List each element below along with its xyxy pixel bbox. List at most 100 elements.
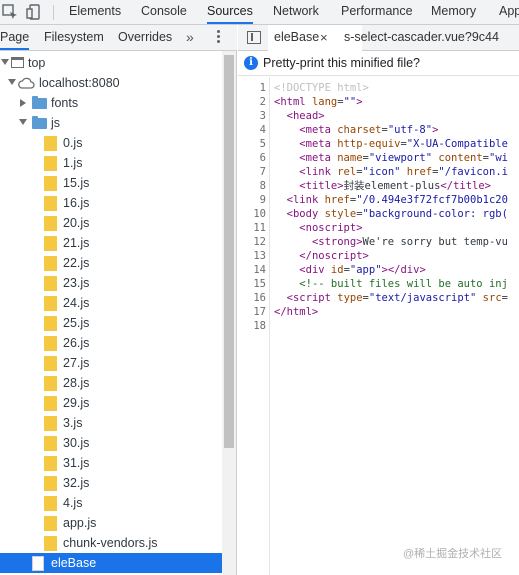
tree-item-localhost[interactable]: localhost:8080 <box>0 73 222 93</box>
tree-item-file[interactable]: 30.js <box>0 433 222 453</box>
line-number: 14 <box>253 264 266 276</box>
line-number: 6 <box>259 152 266 164</box>
js-file-icon <box>44 156 57 171</box>
tab-filesystem[interactable]: Filesystem <box>44 25 104 50</box>
js-file-icon <box>44 376 57 391</box>
line-number: 12 <box>253 236 266 248</box>
code-line: <strong>We're sorry but temp-vu <box>311 236 508 248</box>
file-tree: top localhost:8080 fonts js 0.js 1.js 15.j… <box>0 51 237 575</box>
toggle-navigator-icon[interactable] <box>247 31 261 44</box>
line-number-gutter: 1 2 3 4 5 6 7 8 9 10 11 12 13 14 15 16 17 18 <box>238 77 270 575</box>
js-file-icon <box>44 516 57 531</box>
tree-item-label: 24.js <box>63 296 90 310</box>
js-file-icon <box>44 476 57 491</box>
tree-item-label: 16.js <box>63 196 90 210</box>
tree-item-file[interactable]: 3.js <box>0 413 222 433</box>
devtools-tab-bar: Elements Console Sources Network Perform… <box>0 0 519 25</box>
pretty-print-prompt[interactable]: Pretty-print this minified file? <box>263 51 420 76</box>
navigator-tab-bar: Page Filesystem Overrides » <box>0 25 237 51</box>
tab-page[interactable]: Page <box>0 25 30 50</box>
code-line: <meta name="viewport" content="wi <box>299 152 508 164</box>
line-number: 18 <box>253 320 266 332</box>
tree-item-file[interactable]: 25.js <box>0 313 222 333</box>
expand-arrow-icon[interactable] <box>8 79 16 85</box>
tree-scrollbar[interactable] <box>222 51 236 575</box>
editor-tab-bar: eleBase × s-select-cascader.vue?9c44 <box>238 25 519 51</box>
device-toolbar-icon[interactable] <box>26 4 42 20</box>
tree-item-label: top <box>28 56 46 70</box>
tree-item-label: 4.js <box>63 496 83 510</box>
tree-item-elebase[interactable]: eleBase <box>0 553 222 573</box>
tree-item-js[interactable]: js <box>0 113 222 133</box>
tab-console[interactable]: Console <box>141 0 187 24</box>
tree-item-label: chunk-vendors.js <box>63 536 158 550</box>
tab-elements[interactable]: Elements <box>69 0 121 24</box>
collapse-arrow-icon[interactable] <box>20 99 26 107</box>
tree-item-file[interactable]: 24.js <box>0 293 222 313</box>
js-file-icon <box>44 216 57 231</box>
js-file-icon <box>44 316 57 331</box>
tree-item-label: 15.js <box>63 176 90 190</box>
tree-item-fonts[interactable]: fonts <box>0 93 222 113</box>
pretty-print-infobar: i Pretty-print this minified file? <box>238 51 519 76</box>
tree-item-file[interactable]: chunk-vendors.js <box>0 533 222 553</box>
tree-item-file[interactable]: 1.js <box>0 153 222 173</box>
tree-item-file[interactable]: 31.js <box>0 453 222 473</box>
tab-overrides[interactable]: Overrides <box>118 25 172 50</box>
tree-item-file[interactable]: 27.js <box>0 353 222 373</box>
tab-application[interactable]: App <box>499 0 519 24</box>
tree-item-file[interactable]: 29.js <box>0 393 222 413</box>
more-options-icon[interactable] <box>217 30 221 44</box>
inspect-element-icon[interactable] <box>2 4 18 20</box>
tree-item-label: 26.js <box>63 336 90 350</box>
tree-item-label: 28.js <box>63 376 90 390</box>
tree-item-label: 20.js <box>63 216 90 230</box>
tree-item-file[interactable]: 32.js <box>0 473 222 493</box>
tree-item-file[interactable]: 28.js <box>0 373 222 393</box>
expand-arrow-icon[interactable] <box>1 59 9 65</box>
editor-tab-cascader[interactable]: s-select-cascader.vue?9c44 <box>344 25 499 51</box>
tree-item-file[interactable]: app.js <box>0 513 222 533</box>
tree-item-label: 21.js <box>63 236 90 250</box>
tree-item-file[interactable]: 23.js <box>0 273 222 293</box>
tree-item-label: fonts <box>51 96 79 110</box>
tree-item-file[interactable]: 26.js <box>0 333 222 353</box>
tree-item-file[interactable]: 0.js <box>0 133 222 153</box>
tree-item-label: 23.js <box>63 276 90 290</box>
code-line: <link href="/0.494e3f72fcf7b00b1c20 <box>286 194 508 206</box>
js-file-icon <box>44 456 57 471</box>
tree-item-top[interactable]: top <box>0 53 222 73</box>
tree-item-file[interactable]: 20.js <box>0 213 222 233</box>
scrollbar-thumb[interactable] <box>224 55 234 448</box>
line-number: 16 <box>253 292 266 304</box>
tree-item-file[interactable]: 15.js <box>0 173 222 193</box>
line-number: 2 <box>259 96 266 108</box>
js-file-icon <box>44 296 57 311</box>
line-number: 4 <box>259 124 266 136</box>
tree-item-label: js <box>51 116 61 130</box>
tab-performance[interactable]: Performance <box>341 0 413 24</box>
expand-arrow-icon[interactable] <box>19 119 27 125</box>
tab-network[interactable]: Network <box>273 0 319 24</box>
tree-item-file[interactable]: 22.js <box>0 253 222 273</box>
tree-item-label: 31.js <box>63 456 90 470</box>
folder-icon <box>32 116 47 129</box>
code-line: <link rel="icon" href="/favicon.i <box>299 166 508 178</box>
code-line: <!DOCTYPE html> <box>274 82 369 94</box>
tab-memory[interactable]: Memory <box>431 0 476 24</box>
tree-item-file[interactable]: 16.js <box>0 193 222 213</box>
code-line: <head> <box>286 110 325 122</box>
tree-item-file[interactable]: 4.js <box>0 493 222 513</box>
watermark: @稀土掘金技术社区 <box>403 548 503 560</box>
js-file-icon <box>44 416 57 431</box>
close-tab-icon[interactable]: × <box>320 25 328 50</box>
tree-item-file[interactable]: 21.js <box>0 233 222 253</box>
code-editor[interactable]: 1 2 3 4 5 6 7 8 9 10 11 12 13 14 15 16 17 18 <!DOCTYPE ht… <box>238 77 519 575</box>
line-number: 9 <box>259 194 266 206</box>
line-number: 13 <box>253 250 266 262</box>
tab-sources[interactable]: Sources <box>207 0 253 24</box>
line-number: 11 <box>253 222 266 234</box>
more-tabs-button[interactable]: » <box>186 29 194 45</box>
js-file-icon <box>44 196 57 211</box>
info-icon: i <box>244 56 258 70</box>
